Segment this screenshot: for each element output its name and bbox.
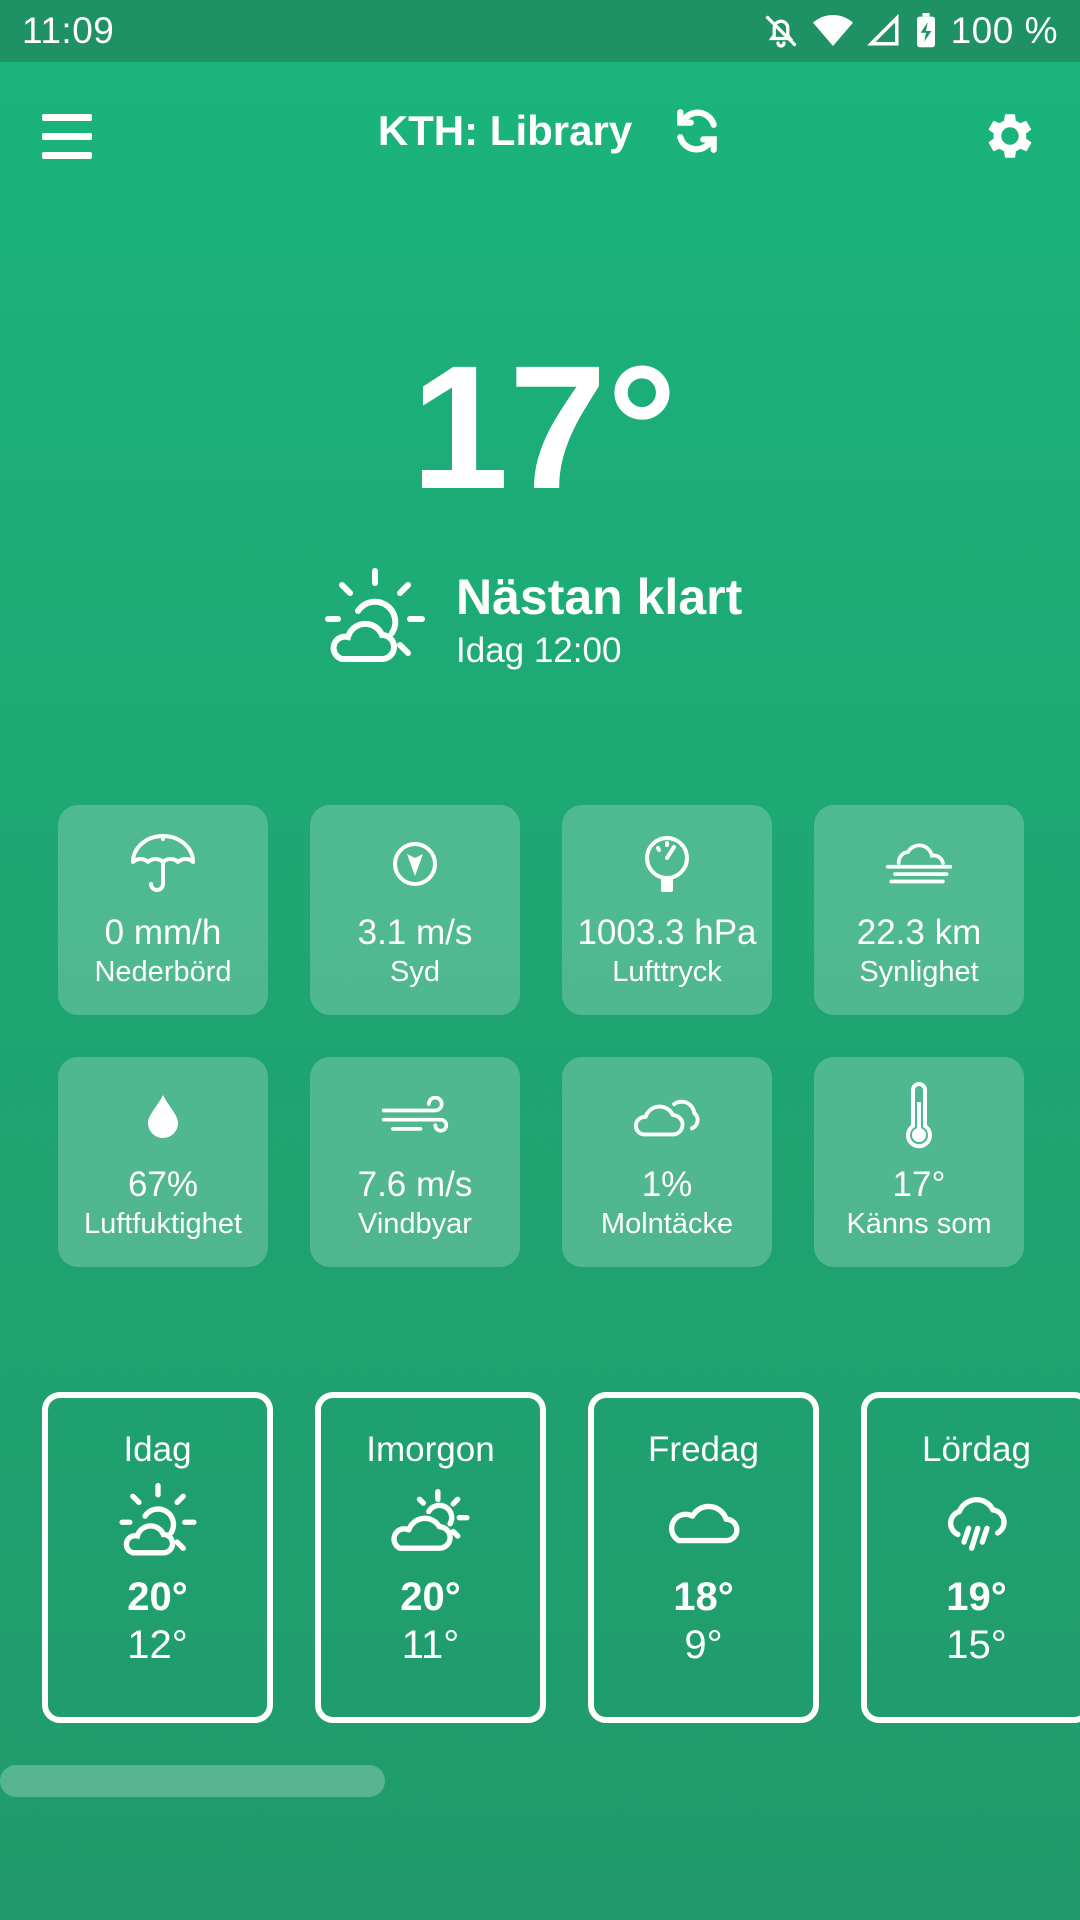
forecast-low: 9° — [684, 1623, 723, 1667]
forecast-high: 18° — [673, 1575, 734, 1619]
status-time: 11:09 — [22, 10, 115, 51]
wifi-icon — [812, 14, 853, 48]
partly-sunny-icon — [320, 565, 430, 675]
mostly-cloudy-icon — [389, 1481, 473, 1565]
signal-icon — [866, 14, 901, 48]
forecast-low: 12° — [127, 1623, 188, 1667]
detail-label: Nederbörd — [94, 956, 232, 988]
partly-sunny-icon — [116, 1481, 200, 1565]
forecast-high: 20° — [127, 1575, 188, 1619]
detail-gusts: 7.6 m/s Vindbyar — [310, 1057, 520, 1267]
forecast-day: Imorgon — [366, 1430, 495, 1469]
forecast-card-friday[interactable]: Fredag 18° 9° — [588, 1392, 819, 1723]
compass-icon — [380, 829, 450, 899]
forecast-day: Idag — [123, 1430, 192, 1469]
forecast-high: 20° — [400, 1575, 461, 1619]
detail-value: 1% — [641, 1165, 693, 1204]
status-bar: 11:09 100 % — [0, 0, 1080, 62]
detail-value: 67% — [127, 1165, 199, 1204]
detail-humidity: 67% Luftfuktighet — [58, 1057, 268, 1267]
forecast-day: Fredag — [648, 1430, 759, 1469]
forecast-card-tomorrow[interactable]: Imorgon 20° 11° — [315, 1392, 546, 1723]
condition-time: Idag 12:00 — [456, 630, 622, 670]
detail-value: 3.1 m/s — [357, 913, 473, 952]
detail-label: Syd — [390, 956, 440, 988]
cloud-icon — [632, 1081, 702, 1151]
status-icons: 100 % — [763, 10, 1058, 52]
location-title: KTH: Library — [377, 107, 633, 154]
detail-value: 7.6 m/s — [357, 1165, 473, 1204]
wind-icon — [380, 1081, 450, 1151]
forecast-high: 19° — [946, 1575, 1007, 1619]
forecast-low: 15° — [946, 1623, 1007, 1667]
detail-value: 0 mm/h — [104, 913, 222, 952]
droplet-icon — [128, 1081, 198, 1151]
detail-value: 22.3 km — [856, 913, 982, 952]
detail-label: Vindbyar — [358, 1208, 472, 1240]
detail-visibility: 22.3 km Synlighet — [814, 805, 1024, 1015]
current-temperature: 17° — [410, 330, 678, 526]
forecast-low: 11° — [401, 1623, 460, 1667]
bell-off-icon — [763, 13, 799, 49]
detail-feels-like: 17° Känns som — [814, 1057, 1024, 1267]
thermometer-icon — [884, 1081, 954, 1151]
detail-wind: 3.1 m/s Syd — [310, 805, 520, 1015]
detail-cloud-cover: 1% Molntäcke — [562, 1057, 772, 1267]
gauge-icon — [632, 829, 702, 899]
details-grid: 0 mm/h Nederbörd 3.1 m/s Syd 1003.3 hPa … — [58, 805, 1024, 1267]
battery-charging-icon — [915, 13, 937, 49]
gear-icon[interactable] — [980, 106, 1040, 166]
refresh-icon[interactable] — [672, 106, 722, 156]
detail-label: Synlighet — [859, 956, 979, 988]
forecast-card-saturday[interactable]: Lördag 19° 15° — [861, 1392, 1080, 1723]
detail-label: Luftfuktighet — [84, 1208, 242, 1240]
detail-value: 17° — [892, 1165, 946, 1204]
forecast-scrollbar[interactable] — [0, 1765, 385, 1797]
battery-level: 100 % — [950, 10, 1058, 51]
forecast-card-today[interactable]: Idag 20° 12° — [42, 1392, 273, 1723]
detail-pressure: 1003.3 hPa Lufttryck — [562, 805, 772, 1015]
current-condition: Nästan klart Idag 12:00 — [320, 565, 742, 675]
condition-title: Nästan klart — [456, 569, 743, 626]
forecast-day: Lördag — [922, 1430, 1031, 1469]
forecast-list[interactable]: Idag 20° 12° Imorgon 20° 11° Fredag 18° … — [42, 1392, 1080, 1723]
app-bar: KTH: Library — [0, 62, 1080, 212]
rain-icon — [935, 1481, 1019, 1565]
detail-label: Molntäcke — [600, 1208, 734, 1240]
fog-icon — [884, 829, 954, 899]
umbrella-icon — [128, 829, 198, 899]
cloud-icon — [662, 1481, 746, 1565]
detail-label: Lufttryck — [612, 956, 722, 988]
detail-label: Känns som — [846, 1208, 992, 1240]
detail-value: 1003.3 hPa — [577, 913, 757, 952]
detail-precipitation: 0 mm/h Nederbörd — [58, 805, 268, 1015]
